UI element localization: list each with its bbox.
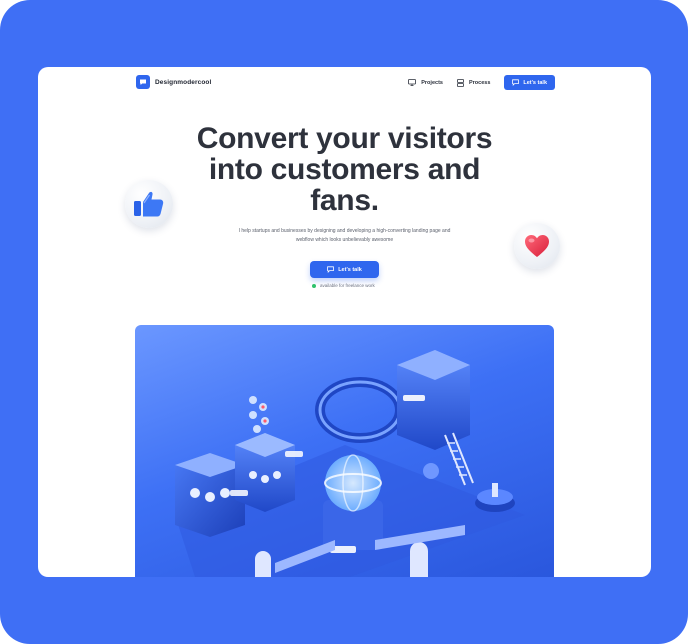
availability-text: available for freelance work [320, 283, 375, 288]
thumbs-up-bubble [125, 180, 173, 228]
message-icon [327, 266, 334, 273]
hero-cta-label: Let's talk [338, 266, 362, 273]
hero-subtitle-line-2: webflow which looks unbelievably awesome [295, 237, 394, 243]
outer-frame: Designmodercool Projects Process Let's t… [0, 0, 688, 644]
status-dot [312, 283, 316, 288]
brand-name: Designmodercool [155, 78, 212, 86]
layers-icon [457, 78, 464, 87]
hero-subtitle-line-1: I help startups and businesses by design… [238, 228, 451, 234]
nav-process-label: Process [468, 79, 491, 86]
hero-title-line-2: into customers and [208, 153, 481, 186]
navbar: Designmodercool Projects Process Let's t… [38, 67, 651, 97]
nav-lets-talk-button[interactable]: Let's talk [504, 75, 555, 90]
heart-icon [525, 235, 549, 257]
hero-lets-talk-button[interactable]: Let's talk [310, 261, 379, 278]
nav-links: Projects Process Let's talk [408, 75, 555, 90]
hero-subtitle: I help startups and businesses by design… [208, 227, 481, 245]
chat-bubble-icon [136, 75, 150, 89]
monitor-icon [408, 79, 417, 86]
thumbs-up-icon [134, 191, 164, 217]
website-preview: Designmodercool Projects Process Let's t… [38, 67, 651, 577]
nav-cta-label: Let's talk [523, 79, 547, 86]
availability-status: available for freelance work [312, 283, 375, 288]
factory-scene [175, 350, 525, 577]
isometric-factory-illustration [135, 325, 554, 577]
brand-logo[interactable]: Designmodercool [136, 75, 211, 89]
nav-projects-label: Projects [421, 79, 443, 86]
message-icon [512, 79, 520, 86]
hero-title-line-1: Convert your visitors [196, 122, 493, 155]
nav-projects[interactable]: Projects [408, 79, 443, 86]
nav-process[interactable]: Process [457, 78, 491, 87]
heart-bubble [514, 223, 560, 269]
